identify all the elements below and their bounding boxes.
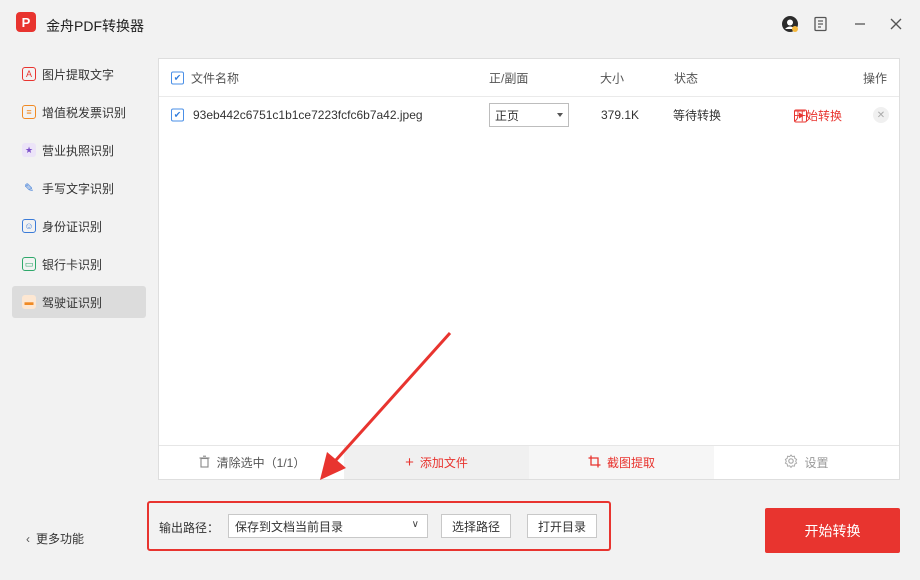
settings-button[interactable]: 设置 [714,446,899,479]
select-all-checkbox[interactable]: ✔ [171,71,184,84]
clear-selected-label: 清除选中（1/1） [216,456,306,470]
header-size: 大小 [600,71,625,85]
close-icon[interactable] [886,14,906,34]
account-icon[interactable] [780,14,800,34]
image-text-icon: A [22,67,36,81]
header-file-name: 文件名称 [191,71,240,85]
sidebar-item-id-card[interactable]: ☺ 身份证识别 [12,210,146,242]
plus-icon: + [405,454,414,471]
file-name: 93eb442c6751c1b1ce7223fcfc6b7a42.jpeg [193,108,423,122]
bank-card-icon: ▭ [22,257,36,271]
add-file-label: 添加文件 [419,456,468,470]
file-size: 379.1K [601,108,640,122]
file-list-panel: ✔ 文件名称 正/副面 大小 状态 操作 ✔ 93eb442c6751c1b1c… [158,58,900,480]
sidebar-item-business-license[interactable]: ★ 营业执照识别 [12,134,146,166]
sidebar: A 图片提取文字 ≡ 增值税发票识别 ★ 营业执照识别 ✎ 手写文字识别 ☺ 身… [12,58,146,324]
header-action: 操作 [863,71,888,85]
start-convert-button[interactable]: 开始转换 [765,508,900,553]
choose-path-button[interactable]: 选择路径 [441,514,512,538]
output-path-label: 输出路径： [159,521,220,535]
file-status: 等待转换 [673,108,722,123]
header-side: 正/副面 [489,71,529,85]
remove-file-icon[interactable]: ✕ [873,107,889,123]
add-file-button[interactable]: + 添加文件 [344,446,529,479]
sidebar-item-label: 银行卡识别 [42,257,103,272]
app-title: 金舟PDF转换器 [46,18,144,34]
more-features-link[interactable]: ‹ 更多功能 [26,530,84,547]
license-icon: ★ [22,143,36,157]
sidebar-item-bank-card[interactable]: ▭ 银行卡识别 [12,248,146,280]
invoice-icon: ≡ [22,105,36,119]
header-status: 状态 [674,71,699,85]
screenshot-extract-button[interactable]: 截图提取 [529,446,714,479]
side-select[interactable]: 正页 [489,103,569,127]
sidebar-item-label: 身份证识别 [42,219,103,234]
side-select-value: 正页 [495,108,520,123]
open-folder-button[interactable]: 打开目录 [527,514,598,538]
id-card-icon: ☺ [22,219,36,233]
play-icon [794,109,807,122]
sidebar-item-handwriting[interactable]: ✎ 手写文字识别 [12,172,146,204]
more-features-label: 更多功能 [36,532,85,546]
sidebar-item-image-text[interactable]: A 图片提取文字 [12,58,146,90]
crop-icon [588,455,601,471]
app-logo-icon: P [16,12,36,32]
clear-selected-button[interactable]: 清除选中（1/1） [159,446,344,479]
screenshot-extract-label: 截图提取 [606,456,655,470]
handwriting-icon: ✎ [23,181,35,195]
output-path-select[interactable]: 保存到文档当前目录 ∨ [228,514,428,538]
sidebar-item-driver-license[interactable]: ▬ 驾驶证识别 [12,286,146,318]
output-path-section: 输出路径： 保存到文档当前目录 ∨ 选择路径 打开目录 [147,501,611,551]
panel-toolbar: 清除选中（1/1） + 添加文件 截图提取 设置 [159,445,899,479]
sidebar-item-label: 增值税发票识别 [42,105,127,120]
feedback-icon[interactable] [811,14,831,34]
output-path-value: 保存到文档当前目录 [235,519,344,534]
sidebar-item-invoice[interactable]: ≡ 增值税发票识别 [12,96,146,128]
chevron-left-icon: ‹ [26,531,30,546]
title-bar: P 金舟PDF转换器 [0,0,920,50]
caret-down-icon [557,113,563,117]
sidebar-item-label: 手写文字识别 [42,181,115,196]
sidebar-item-label: 图片提取文字 [42,67,115,82]
chevron-down-icon: ∨ [411,519,419,530]
sidebar-item-label: 驾驶证识别 [42,295,103,310]
settings-label: 设置 [804,456,829,470]
row-checkbox[interactable]: ✔ [171,108,184,122]
trash-icon [198,455,211,471]
gear-icon [784,454,798,471]
table-row: ✔ 93eb442c6751c1b1ce7223fcfc6b7a42.jpeg … [159,97,899,133]
driver-license-icon: ▬ [22,295,36,309]
table-header: ✔ 文件名称 正/副面 大小 状态 操作 [159,59,899,97]
minimize-icon[interactable] [850,14,870,34]
sidebar-item-label: 营业执照识别 [42,143,115,158]
row-start-convert-button[interactable]: 开始转换 [794,107,842,124]
